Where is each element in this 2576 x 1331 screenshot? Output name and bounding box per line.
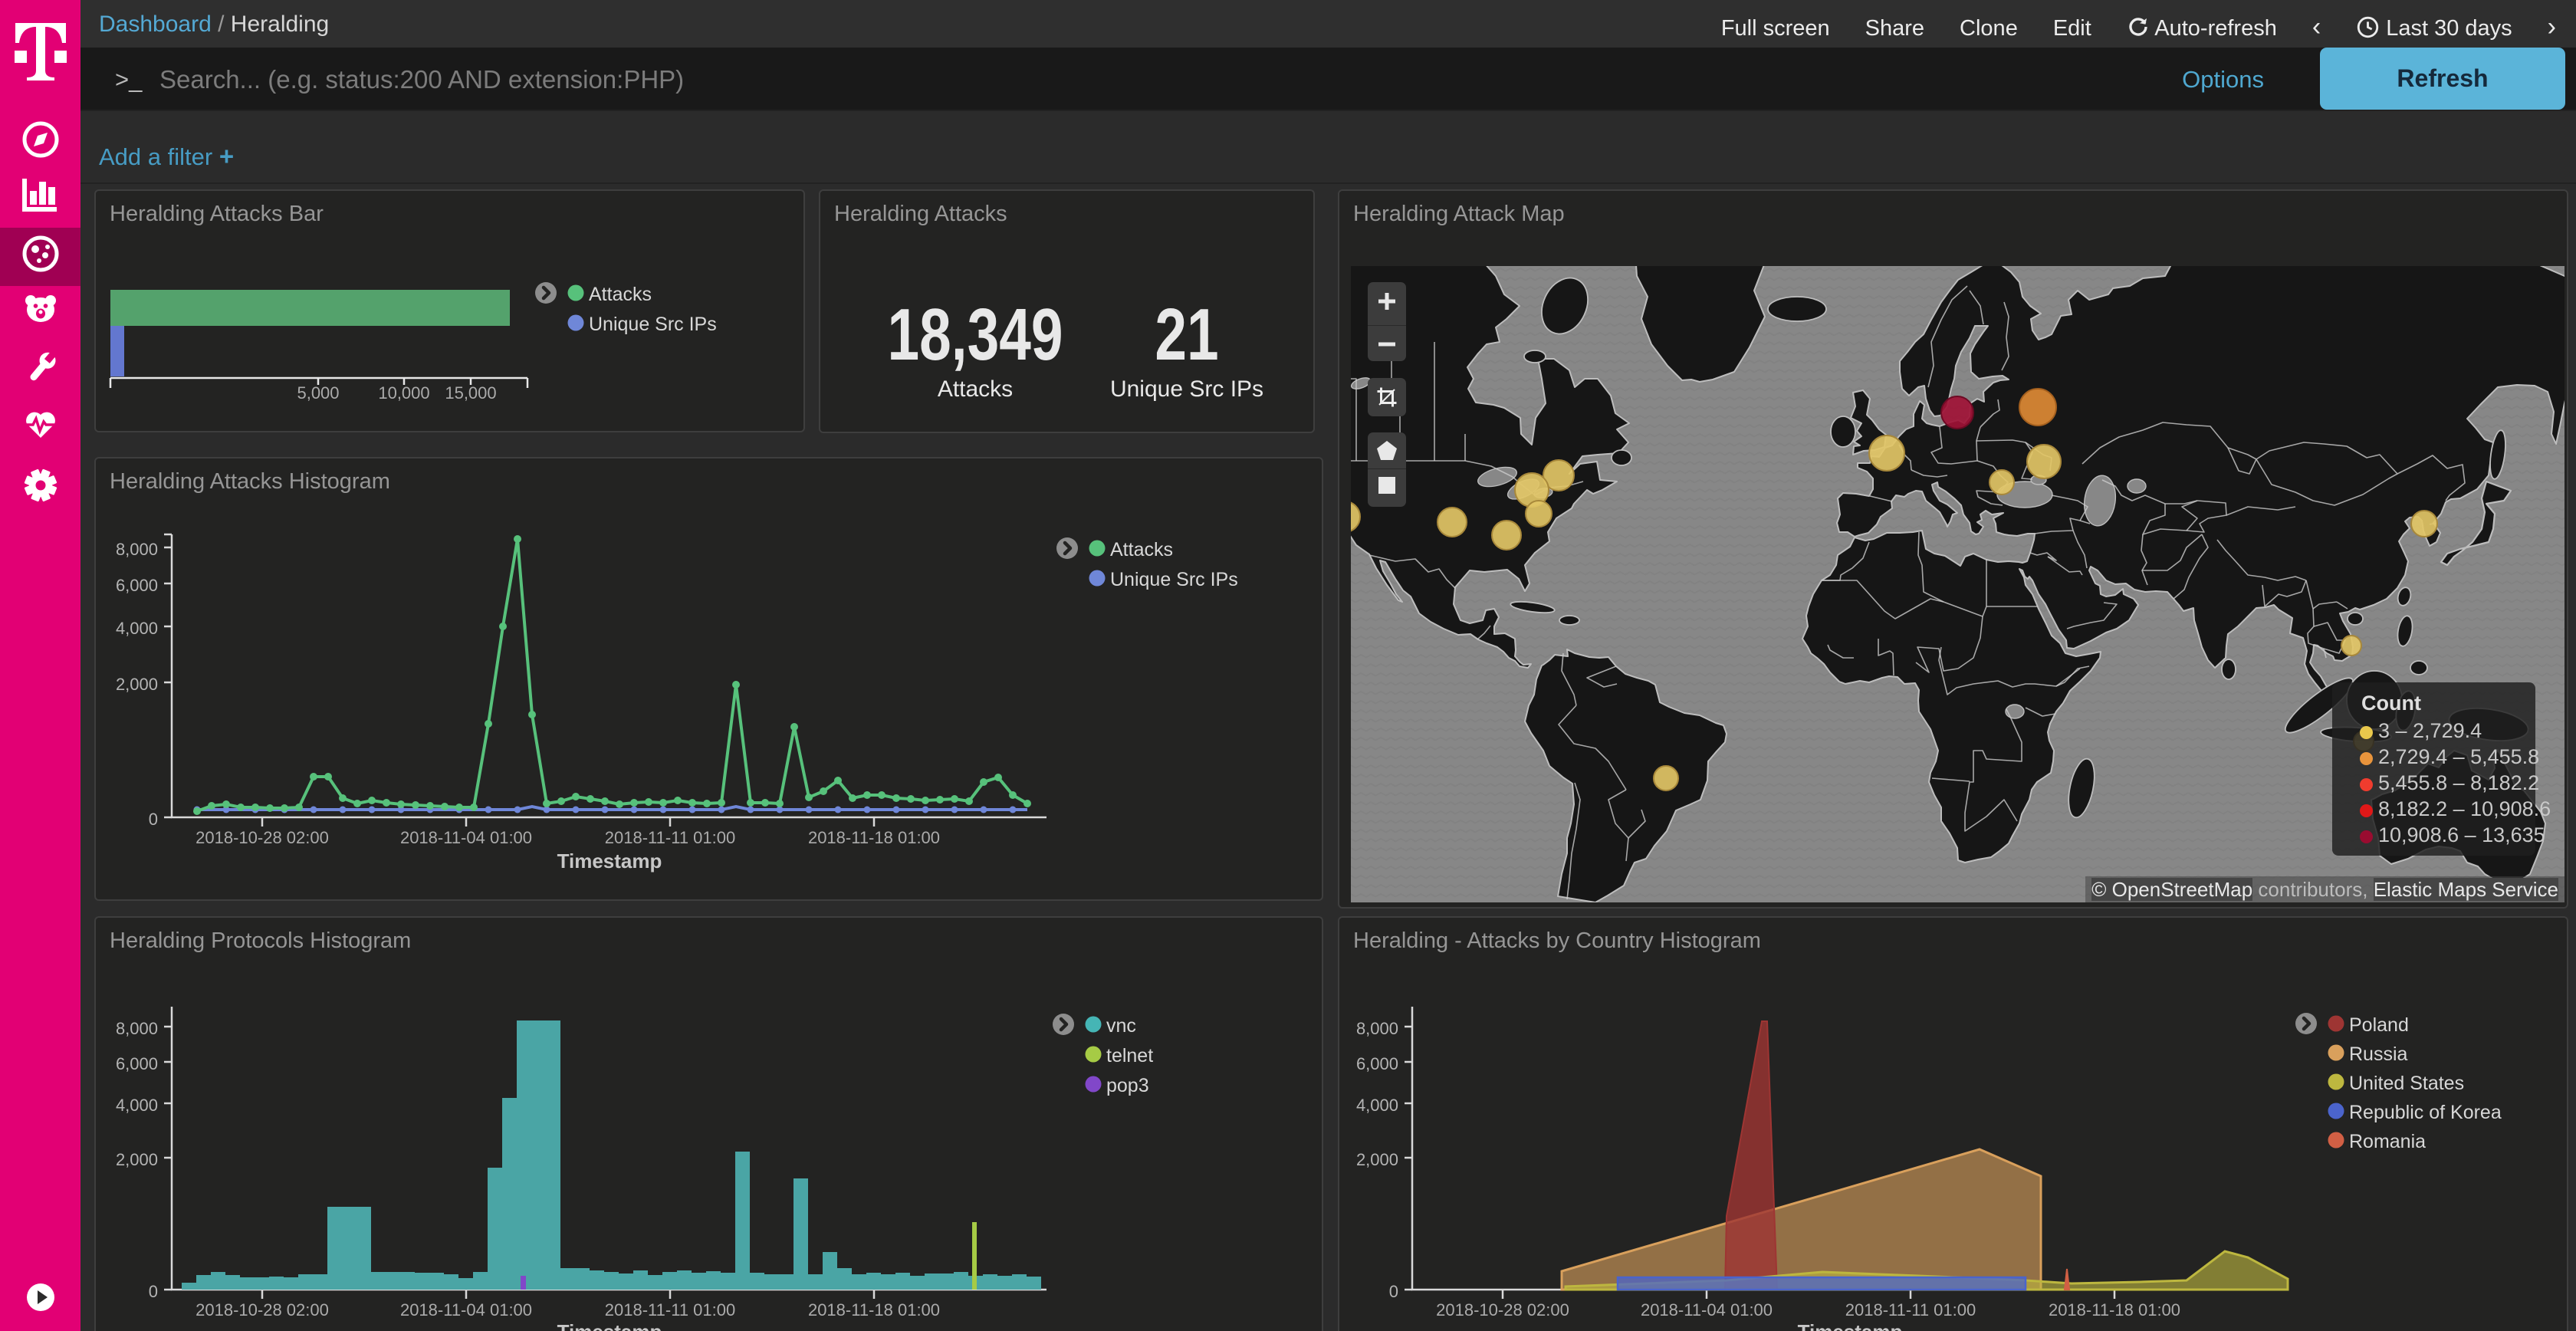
svg-text:2,000: 2,000 <box>116 675 158 694</box>
svg-text:2018-11-18 01:00: 2018-11-18 01:00 <box>808 828 940 847</box>
svg-text:2018-10-28 02:00: 2018-10-28 02:00 <box>196 828 329 847</box>
svg-text:United States: United States <box>2349 1073 2464 1094</box>
svg-text:2018-10-28 02:00: 2018-10-28 02:00 <box>196 1300 329 1319</box>
svg-text:10,000: 10,000 <box>378 383 429 403</box>
svg-text:2018-11-11 01:00: 2018-11-11 01:00 <box>605 1300 735 1319</box>
svg-text:0: 0 <box>1389 1282 1398 1301</box>
svg-text:2018-11-11 01:00: 2018-11-11 01:00 <box>1845 1300 1976 1319</box>
svg-text:Timestamp: Timestamp <box>557 850 662 873</box>
svg-text:2,000: 2,000 <box>1356 1150 1398 1169</box>
svg-text:Timestamp: Timestamp <box>557 1320 662 1331</box>
svg-text:Unique Src IPs: Unique Src IPs <box>589 314 717 335</box>
svg-text:2,000: 2,000 <box>116 1150 158 1169</box>
svg-text:15,000: 15,000 <box>445 383 496 403</box>
svg-text:vnc: vnc <box>1106 1015 1136 1037</box>
svg-text:Attacks: Attacks <box>589 284 652 305</box>
svg-text:8,000: 8,000 <box>116 540 158 559</box>
svg-text:2018-11-11 01:00: 2018-11-11 01:00 <box>605 828 735 847</box>
svg-text:Romania: Romania <box>2349 1131 2426 1152</box>
svg-text:pop3: pop3 <box>1106 1075 1149 1096</box>
svg-text:5,000: 5,000 <box>297 383 339 403</box>
svg-text:2018-11-18 01:00: 2018-11-18 01:00 <box>2049 1300 2180 1319</box>
svg-text:Timestamp: Timestamp <box>1798 1320 1903 1331</box>
svg-text:2018-11-18 01:00: 2018-11-18 01:00 <box>808 1300 940 1319</box>
svg-text:6,000: 6,000 <box>116 1054 158 1073</box>
svg-text:2018-10-28 02:00: 2018-10-28 02:00 <box>1436 1300 1569 1319</box>
svg-text:6,000: 6,000 <box>1356 1054 1398 1073</box>
svg-text:Attacks: Attacks <box>1110 539 1173 560</box>
svg-text:2018-11-04 01:00: 2018-11-04 01:00 <box>400 828 532 847</box>
svg-text:Unique Src IPs: Unique Src IPs <box>1110 569 1238 590</box>
svg-text:Poland: Poland <box>2349 1014 2409 1036</box>
svg-text:8,000: 8,000 <box>1356 1019 1398 1038</box>
svg-text:0: 0 <box>149 1282 158 1301</box>
svg-text:4,000: 4,000 <box>116 1096 158 1115</box>
svg-text:2018-11-04 01:00: 2018-11-04 01:00 <box>1641 1300 1773 1319</box>
svg-text:4,000: 4,000 <box>1356 1096 1398 1115</box>
svg-text:0: 0 <box>149 810 158 829</box>
svg-text:2018-11-04 01:00: 2018-11-04 01:00 <box>400 1300 532 1319</box>
svg-text:8,000: 8,000 <box>116 1019 158 1038</box>
svg-text:4,000: 4,000 <box>116 619 158 638</box>
svg-text:6,000: 6,000 <box>116 576 158 595</box>
svg-text:telnet: telnet <box>1106 1045 1153 1066</box>
svg-text:Republic of Korea: Republic of Korea <box>2349 1102 2502 1123</box>
svg-text:Russia: Russia <box>2349 1043 2408 1065</box>
